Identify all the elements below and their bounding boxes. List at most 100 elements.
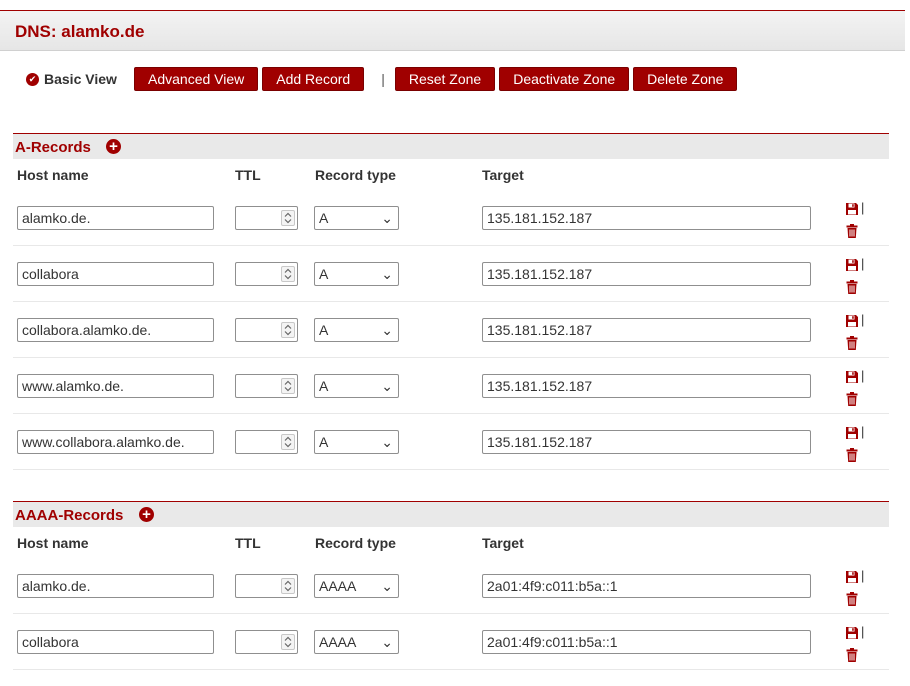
page-title: DNS: alamko.de [15,22,145,41]
host-name-input[interactable]: collabora [17,262,214,286]
toolbar-separator: | [381,71,385,87]
target-input[interactable]: 135.181.152.187 [482,374,811,398]
record-type-select[interactable]: A ⌄ [314,206,399,230]
column-header-target: Target [482,535,524,551]
floppy-disk-icon[interactable] [845,626,859,640]
trash-icon[interactable] [846,336,858,350]
target-input[interactable]: 135.181.152.187 [482,206,811,230]
record-type-select[interactable]: A ⌄ [314,374,399,398]
host-name-input[interactable]: collabora.alamko.de. [17,318,214,342]
record-type-select[interactable]: AAAA ⌄ [314,630,399,654]
spinner-arrows-icon[interactable] [281,322,295,338]
ttl-input[interactable] [235,206,298,230]
basic-view-indicator: ✔ Basic View [26,71,134,87]
ttl-input[interactable] [235,630,298,654]
floppy-disk-icon[interactable] [845,202,859,216]
table-row: alamko.de. AAAA ⌄ 2a01:4f9:c011:b5a::1 | [13,558,889,614]
ttl-input[interactable] [235,374,298,398]
record-type-select[interactable]: A ⌄ [314,318,399,342]
action-separator: | [861,568,865,583]
ttl-input[interactable] [235,318,298,342]
trash-icon[interactable] [846,280,858,294]
spinner-arrows-icon[interactable] [281,434,295,450]
floppy-disk-icon[interactable] [845,314,859,328]
column-header-ttl: TTL [235,167,261,183]
floppy-disk-icon[interactable] [845,570,859,584]
record-type-select[interactable]: AAAA ⌄ [314,574,399,598]
spinner-arrows-icon[interactable] [281,634,295,650]
chevron-down-icon: ⌄ [381,210,393,226]
spinner-arrows-icon[interactable] [281,266,295,282]
column-header-target: Target [482,167,524,183]
table-row: www.collabora.alamko.de. A ⌄ 135.181.152.18… [13,414,889,470]
host-name-input[interactable]: www.collabora.alamko.de. [17,430,214,454]
table-row: alamko.de. A ⌄ 135.181.152.187 | [13,190,889,246]
record-type-value: AAAA [319,634,357,650]
floppy-disk-icon[interactable] [845,370,859,384]
column-header-host: Host name [17,167,89,183]
target-input[interactable]: 2a01:4f9:c011:b5a::1 [482,574,811,598]
table-row: collabora A ⌄ 135.181.152.187 | [13,246,889,302]
table-row: collabora AAAA ⌄ 2a01:4f9:c011:b5a::1 | [13,614,889,670]
action-separator: | [861,624,865,639]
table-row: www.alamko.de. A ⌄ 135.181.152.187 | [13,358,889,414]
reset-zone-button[interactable]: Reset Zone [394,67,496,91]
action-separator: | [861,424,865,439]
record-type-value: A [319,210,329,226]
spinner-arrows-icon[interactable] [281,578,295,594]
column-header-type: Record type [315,535,396,551]
target-input[interactable]: 2a01:4f9:c011:b5a::1 [482,630,811,654]
spinner-arrows-icon[interactable] [281,378,295,394]
action-separator: | [861,200,865,215]
record-type-value: A [319,378,329,394]
trash-icon[interactable] [846,224,858,238]
spinner-arrows-icon[interactable] [281,210,295,226]
check-circle-icon: ✔ [26,73,39,86]
column-header-host: Host name [17,535,89,551]
target-input[interactable]: 135.181.152.187 [482,262,811,286]
plus-circle-icon[interactable]: + [139,507,154,522]
target-input[interactable]: 135.181.152.187 [482,430,811,454]
advanced-view-button[interactable]: Advanced View [134,67,259,91]
trash-icon[interactable] [846,648,858,662]
floppy-disk-icon[interactable] [845,426,859,440]
record-type-select[interactable]: A ⌄ [314,430,399,454]
action-separator: | [861,368,865,383]
record-type-value: AAAA [319,578,357,594]
floppy-disk-icon[interactable] [845,258,859,272]
basic-view-label: Basic View [44,71,117,87]
ttl-input[interactable] [235,574,298,598]
trash-icon[interactable] [846,592,858,606]
table-row: collabora.alamko.de. A ⌄ 135.181.152.187 | [13,302,889,358]
ttl-input[interactable] [235,430,298,454]
action-separator: | [861,312,865,327]
chevron-down-icon: ⌄ [381,578,393,594]
chevron-down-icon: ⌄ [381,434,393,450]
trash-icon[interactable] [846,392,858,406]
host-name-input[interactable]: www.alamko.de. [17,374,214,398]
trash-icon[interactable] [846,448,858,462]
add-record-button[interactable]: Add Record [262,67,365,91]
chevron-down-icon: ⌄ [381,266,393,282]
page-header: DNS: alamko.de [0,11,905,51]
host-name-input[interactable]: alamko.de. [17,574,214,598]
chevron-down-icon: ⌄ [381,322,393,338]
ttl-input[interactable] [235,262,298,286]
chevron-down-icon: ⌄ [381,634,393,650]
aaaa-records-section-title: AAAA-Records [15,507,124,524]
a-records-section-header: A-Records + [13,133,889,159]
target-input[interactable]: 135.181.152.187 [482,318,811,342]
host-name-input[interactable]: collabora [17,630,214,654]
plus-circle-icon[interactable]: + [106,139,121,154]
aaaa-records-section-header: AAAA-Records + [13,501,889,527]
record-type-value: A [319,266,329,282]
record-type-value: A [319,322,329,338]
action-separator: | [861,256,865,271]
deactivate-zone-button[interactable]: Deactivate Zone [499,67,630,91]
a-records-section-title: A-Records [15,139,91,156]
column-header-type: Record type [315,167,396,183]
toolbar: ✔ Basic View Advanced View Add Record | … [26,67,741,91]
delete-zone-button[interactable]: Delete Zone [633,67,738,91]
record-type-select[interactable]: A ⌄ [314,262,399,286]
host-name-input[interactable]: alamko.de. [17,206,214,230]
